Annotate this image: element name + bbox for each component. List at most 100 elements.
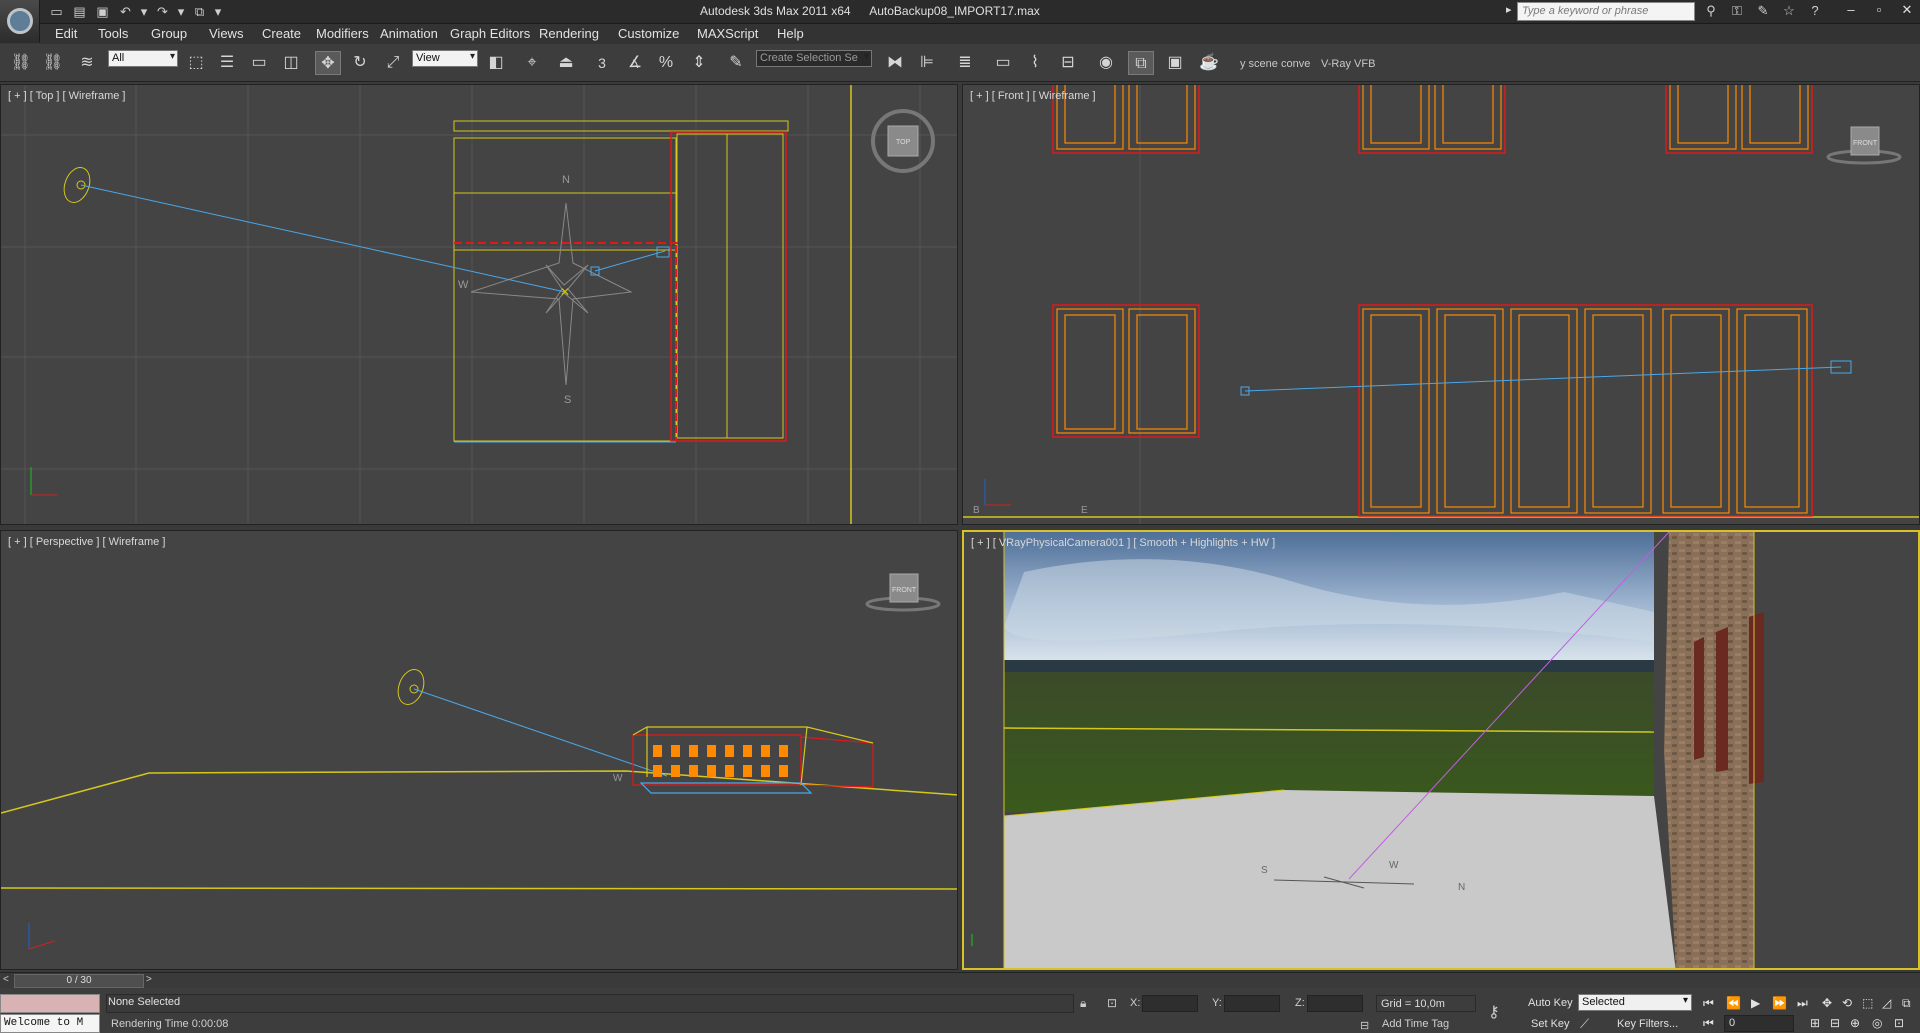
time-slider-thumb[interactable]: 0 / 30 — [14, 974, 144, 988]
walk-through-icon[interactable]: ⊕ — [1850, 1016, 1860, 1030]
redo-icon[interactable]: ↷ — [154, 3, 171, 20]
menu-group[interactable]: Group — [151, 26, 187, 41]
default-tangent-icon[interactable]: ⟋ — [1580, 1016, 1589, 1032]
help-icon[interactable]: ? — [1807, 3, 1823, 19]
menu-rendering[interactable]: Rendering — [539, 26, 599, 41]
time-slider-next[interactable]: > — [146, 974, 152, 985]
spinner-snap-icon[interactable]: ⇕ — [686, 51, 712, 75]
maxscript-listener-pink[interactable] — [0, 994, 100, 1013]
set-key-mode-icon[interactable]: ⚷ — [1488, 1002, 1500, 1022]
minimize-icon[interactable]: – — [1844, 2, 1858, 18]
undo-dropdown-icon[interactable]: ▾ — [140, 3, 148, 20]
roll-camera-icon[interactable]: ◎ — [1872, 1016, 1882, 1030]
key-mode-toggle-icon[interactable]: ⏮ — [1703, 1016, 1714, 1031]
named-selection-dropdown[interactable]: Create Selection Se — [756, 50, 872, 67]
align-icon[interactable]: ⊫ — [914, 51, 940, 75]
play-icon[interactable]: ▶ — [1751, 996, 1760, 1010]
viewport-perspective-label[interactable]: [ + ] [ Perspective ] [ Wireframe ] — [8, 536, 165, 548]
viewport-top[interactable]: [ + ] [ Top ] [ Wireframe ] N S W ✕ TOP — [0, 84, 958, 525]
schematic-view-icon[interactable]: ⊟ — [1055, 51, 1081, 75]
menu-views[interactable]: Views — [209, 26, 243, 41]
menu-edit[interactable]: Edit — [55, 26, 77, 41]
menu-animation[interactable]: Animation — [380, 26, 438, 41]
auto-key-button[interactable]: Auto Key — [1528, 997, 1573, 1009]
open-file-icon[interactable]: ▤ — [71, 3, 88, 20]
manipulate-icon[interactable]: ⌖ — [519, 51, 545, 75]
maximize-icon[interactable]: ▫ — [1872, 2, 1886, 18]
curve-editor-icon[interactable]: ⌇ — [1022, 51, 1048, 75]
snaps-toggle-icon[interactable]: 3 — [589, 51, 615, 75]
y-coordinate-field[interactable] — [1224, 995, 1280, 1012]
undo-icon[interactable]: ↶ — [117, 3, 134, 20]
favorites-star-icon[interactable]: ☆ — [1781, 3, 1797, 19]
render-production-icon[interactable]: ☕ — [1196, 51, 1222, 75]
edit-named-selection-icon[interactable]: ✎ — [723, 51, 749, 75]
angle-snap-icon[interactable]: ∡ — [622, 51, 648, 75]
reference-coordinate-dropdown[interactable]: View — [412, 50, 478, 67]
maximize-viewport-icon[interactable]: ⧉ — [1902, 996, 1911, 1011]
percent-snap-icon[interactable]: % — [653, 51, 679, 75]
window-crossing-icon[interactable]: ◫ — [278, 51, 304, 75]
maxscript-listener-input[interactable]: Welcome to M — [0, 1014, 100, 1033]
pan-view-icon[interactable]: ✥ — [1822, 996, 1832, 1010]
key-filters-button[interactable]: Key Filters... — [1617, 1018, 1678, 1030]
pivot-center-icon[interactable]: ◧ — [483, 51, 509, 75]
search-input[interactable]: Type a keyword or phrase — [1517, 2, 1695, 21]
rectangular-selection-icon[interactable]: ▭ — [246, 51, 272, 75]
menu-modifiers[interactable]: Modifiers — [316, 26, 369, 41]
next-frame-icon[interactable]: ⏩ — [1772, 996, 1787, 1010]
viewport-perspective[interactable]: [ + ] [ Perspective ] [ Wireframe ] W FR… — [0, 530, 958, 970]
bind-to-space-warp-icon[interactable]: ≋ — [74, 51, 100, 75]
time-config-icon[interactable]: ⊞ — [1810, 1016, 1820, 1030]
time-slider-prev[interactable]: < — [3, 974, 9, 985]
menu-tools[interactable]: Tools — [98, 26, 128, 41]
menu-create[interactable]: Create — [262, 26, 301, 41]
select-and-rotate-icon[interactable]: ↻ — [347, 51, 373, 75]
save-icon[interactable]: ▣ — [94, 3, 111, 20]
x-coordinate-field[interactable] — [1142, 995, 1198, 1012]
select-by-name-icon[interactable]: ☰ — [214, 51, 240, 75]
time-slider[interactable]: < 0 / 30 > — [0, 972, 1920, 988]
viewport-camera[interactable]: [ + ] [ VRayPhysicalCamera001 ] [ Smooth… — [962, 530, 1920, 970]
orbit-icon[interactable]: ⟲ — [1842, 996, 1852, 1010]
customize-dropdown-icon[interactable]: ▾ — [214, 3, 222, 20]
render-setup-icon[interactable]: ⧉ — [1128, 51, 1154, 75]
min-max-toggle-icon[interactable]: ⊡ — [1894, 1016, 1904, 1030]
communication-icon[interactable]: ✎ — [1755, 3, 1771, 19]
viewport-front-label[interactable]: [ + ] [ Front ] [ Wireframe ] — [970, 90, 1096, 102]
menu-customize[interactable]: Customize — [618, 26, 679, 41]
material-editor-icon[interactable]: ◉ — [1093, 51, 1119, 75]
viewport-front[interactable]: [ + ] [ Front ] [ Wireframe ] FRONT B E — [962, 84, 1920, 525]
set-key-button[interactable]: Set Key — [1531, 1018, 1570, 1030]
mirror-icon[interactable]: ⧓ — [882, 51, 908, 75]
rendered-frame-window-icon[interactable]: ▣ — [1162, 51, 1188, 75]
absolute-mode-icon[interactable]: ⊡ — [1107, 996, 1117, 1010]
menu-maxscript[interactable]: MAXScript — [697, 26, 758, 41]
vray-vfb-button[interactable]: V-Ray VFB — [1321, 58, 1375, 70]
redo-dropdown-icon[interactable]: ▾ — [177, 3, 185, 20]
select-object-icon[interactable]: ⬚ — [183, 51, 209, 75]
goto-end-icon[interactable]: ⏭ — [1797, 996, 1808, 1011]
menu-help[interactable]: Help — [777, 26, 804, 41]
layer-manager-icon[interactable]: ≣ — [952, 51, 978, 75]
add-time-tag-button[interactable]: Add Time Tag — [1382, 1018, 1449, 1030]
select-and-link-icon[interactable]: ⛓ — [8, 51, 34, 75]
z-coordinate-field[interactable] — [1307, 995, 1363, 1012]
application-button[interactable] — [0, 0, 40, 43]
search-expand-icon[interactable]: ▸ — [1506, 3, 1512, 16]
key-mode-dropdown[interactable]: Selected — [1578, 994, 1692, 1011]
viewport-camera-label[interactable]: [ + ] [ VRayPhysicalCamera001 ] [ Smooth… — [971, 537, 1275, 549]
selection-filter-dropdown[interactable]: All — [108, 50, 178, 67]
lock-selection-icon[interactable]: 🔒︎ — [1080, 996, 1086, 1011]
field-of-view-icon[interactable]: ◿ — [1882, 996, 1891, 1010]
close-icon[interactable]: ✕ — [1900, 2, 1914, 18]
menu-graph-editors[interactable]: Graph Editors — [450, 26, 530, 41]
select-and-move-icon[interactable]: ✥ — [315, 51, 341, 75]
previous-frame-icon[interactable]: ⏪ — [1726, 996, 1741, 1010]
select-and-scale-icon[interactable]: ⤢ — [380, 51, 406, 75]
project-folder-icon[interactable]: ⧉ — [191, 3, 208, 20]
truck-camera-icon[interactable]: ⊟ — [1830, 1016, 1840, 1030]
current-frame-field[interactable]: 0 — [1724, 1015, 1794, 1032]
binoculars-icon[interactable]: ⚲ — [1703, 3, 1719, 19]
keyboard-shortcut-override-icon[interactable]: ⏏ — [553, 51, 579, 75]
